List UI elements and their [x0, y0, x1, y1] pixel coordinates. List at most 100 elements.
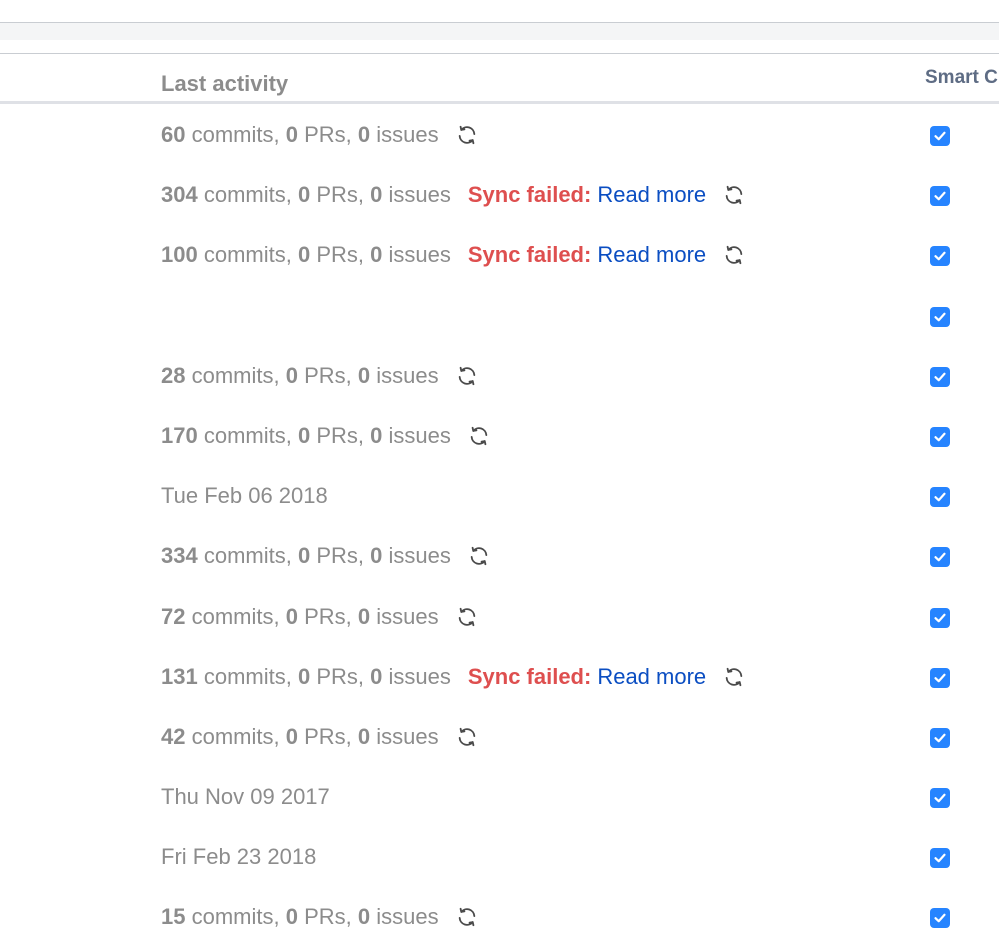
commit-count: 15 — [161, 904, 186, 930]
smart-commits-checkbox[interactable] — [930, 126, 950, 146]
last-activity-cell: Tue Feb 06 2018 — [161, 483, 328, 509]
read-more-link[interactable]: Read more — [597, 182, 706, 208]
pr-count: 0 — [297, 242, 311, 268]
smart-commits-checkbox[interactable] — [930, 186, 950, 207]
last-activity-date: Fri Feb 23 2018 — [161, 844, 317, 870]
refresh-icon[interactable] — [455, 725, 479, 749]
last-activity-cell: Fri Feb 23 2018 — [161, 844, 316, 870]
issue-count: 0 — [370, 543, 383, 569]
issues-label: issues — [370, 603, 439, 629]
last-activity-cell: 42 commits, 0 PRs, 0 issues — [161, 724, 479, 750]
pr-count: 0 — [285, 122, 298, 147]
check-icon — [933, 430, 947, 444]
commit-count: 60 — [161, 122, 186, 147]
refresh-icon[interactable] — [467, 424, 491, 448]
smart-commits-checkbox[interactable] — [930, 487, 950, 508]
prs-label: PRs, — [310, 663, 371, 689]
refresh-icon[interactable] — [455, 605, 479, 629]
prs-label: PRs, — [310, 242, 371, 268]
smart-commits-checkbox[interactable] — [930, 366, 950, 387]
read-more-link[interactable]: Read more — [597, 242, 706, 268]
pr-count: 0 — [297, 663, 311, 689]
commit-count: 28 — [161, 362, 186, 388]
refresh-icon[interactable] — [467, 544, 491, 568]
commit-count: 170 — [161, 422, 198, 448]
check-icon — [933, 731, 947, 745]
table-header: Last activity Smart C — [0, 54, 999, 102]
commit-count: 100 — [161, 242, 198, 268]
check-icon — [933, 550, 947, 564]
refresh-icon[interactable] — [455, 905, 479, 929]
smart-commits-checkbox[interactable] — [930, 788, 950, 809]
prs-label: PRs, — [297, 362, 358, 388]
commits-label: commits, — [197, 663, 298, 689]
check-icon — [933, 249, 947, 263]
smart-commits-checkbox[interactable] — [930, 306, 950, 327]
commit-count: 72 — [161, 603, 186, 629]
issues-label: issues — [382, 182, 451, 208]
table-row: 100 commits, 0 PRs, 0 issues Sync failed:… — [0, 225, 999, 285]
issues-label: issues — [382, 663, 451, 689]
issues-label: issues — [382, 543, 451, 569]
issues-label: issues — [370, 122, 439, 147]
last-activity-cell: 100 commits, 0 PRs, 0 issues Sync failed:… — [161, 242, 746, 268]
page: Last activity Smart C 60 commits, 0 PRs,… — [0, 0, 999, 952]
sync-failed-label: Sync failed: — [467, 663, 592, 689]
table-body: 60 commits, 0 PRs, 0 issues 304 commits, … — [0, 105, 999, 948]
last-activity-cell: 28 commits, 0 PRs, 0 issues — [161, 363, 479, 389]
last-activity-cell: 170 commits, 0 PRs, 0 issues — [161, 423, 491, 449]
table-row: 170 commits, 0 PRs, 0 issues — [0, 406, 999, 466]
check-icon — [933, 851, 947, 865]
smart-commits-checkbox[interactable] — [930, 727, 950, 748]
issue-count: 0 — [357, 362, 371, 388]
table-row: 15 commits, 0 PRs, 0 issues — [0, 887, 999, 947]
smart-commits-checkbox[interactable] — [930, 426, 950, 447]
check-icon — [933, 370, 947, 384]
issues-label: issues — [370, 362, 439, 388]
pr-count: 0 — [285, 904, 298, 930]
table-row: 131 commits, 0 PRs, 0 issues Sync failed:… — [0, 647, 999, 707]
commit-count: 304 — [161, 182, 198, 208]
commits-label: commits, — [197, 543, 298, 569]
issues-label: issues — [382, 242, 451, 268]
pr-count: 0 — [297, 182, 311, 208]
refresh-icon[interactable] — [455, 364, 479, 388]
smart-commits-checkbox[interactable] — [930, 667, 950, 688]
prs-label: PRs, — [297, 122, 358, 147]
last-activity-cell: 334 commits, 0 PRs, 0 issues — [161, 543, 491, 569]
last-activity-cell: Thu Nov 09 2017 — [161, 784, 330, 810]
smart-commits-checkbox[interactable] — [930, 908, 950, 929]
check-icon — [933, 189, 947, 203]
commits-label: commits, — [185, 723, 286, 749]
pr-count: 0 — [297, 422, 311, 448]
check-icon — [933, 791, 947, 805]
pr-count: 0 — [285, 603, 298, 629]
check-icon — [933, 310, 947, 324]
commits-label: commits, — [197, 422, 298, 448]
toolbar-strip — [0, 23, 999, 40]
pr-count: 0 — [285, 362, 298, 388]
smart-commits-checkbox[interactable] — [930, 607, 950, 628]
smart-commits-checkbox[interactable] — [930, 848, 950, 869]
prs-label: PRs, — [297, 723, 358, 749]
column-header-last-activity[interactable]: Last activity — [161, 71, 288, 97]
table-row: 28 commits, 0 PRs, 0 issues — [0, 346, 999, 406]
last-activity-date: Thu Nov 09 2017 — [161, 784, 330, 810]
check-icon — [933, 911, 947, 925]
read-more-link[interactable]: Read more — [597, 664, 706, 690]
last-activity-cell: 131 commits, 0 PRs, 0 issues Sync failed:… — [161, 664, 746, 690]
sync-failed-label: Sync failed: — [467, 242, 592, 268]
column-header-smart-commits[interactable]: Smart C — [925, 67, 998, 89]
refresh-icon[interactable] — [722, 183, 746, 207]
refresh-icon[interactable] — [722, 665, 746, 689]
last-activity-cell: 304 commits, 0 PRs, 0 issues Sync failed:… — [161, 182, 746, 208]
commits-label: commits, — [197, 182, 298, 208]
smart-commits-checkbox[interactable] — [930, 246, 950, 267]
smart-commits-checkbox[interactable] — [930, 547, 950, 568]
refresh-icon[interactable] — [455, 123, 479, 147]
commit-count: 131 — [161, 663, 198, 689]
commit-count: 42 — [161, 723, 186, 749]
refresh-icon[interactable] — [722, 243, 746, 267]
prs-label: PRs, — [310, 543, 371, 569]
prs-label: PRs, — [297, 904, 358, 930]
